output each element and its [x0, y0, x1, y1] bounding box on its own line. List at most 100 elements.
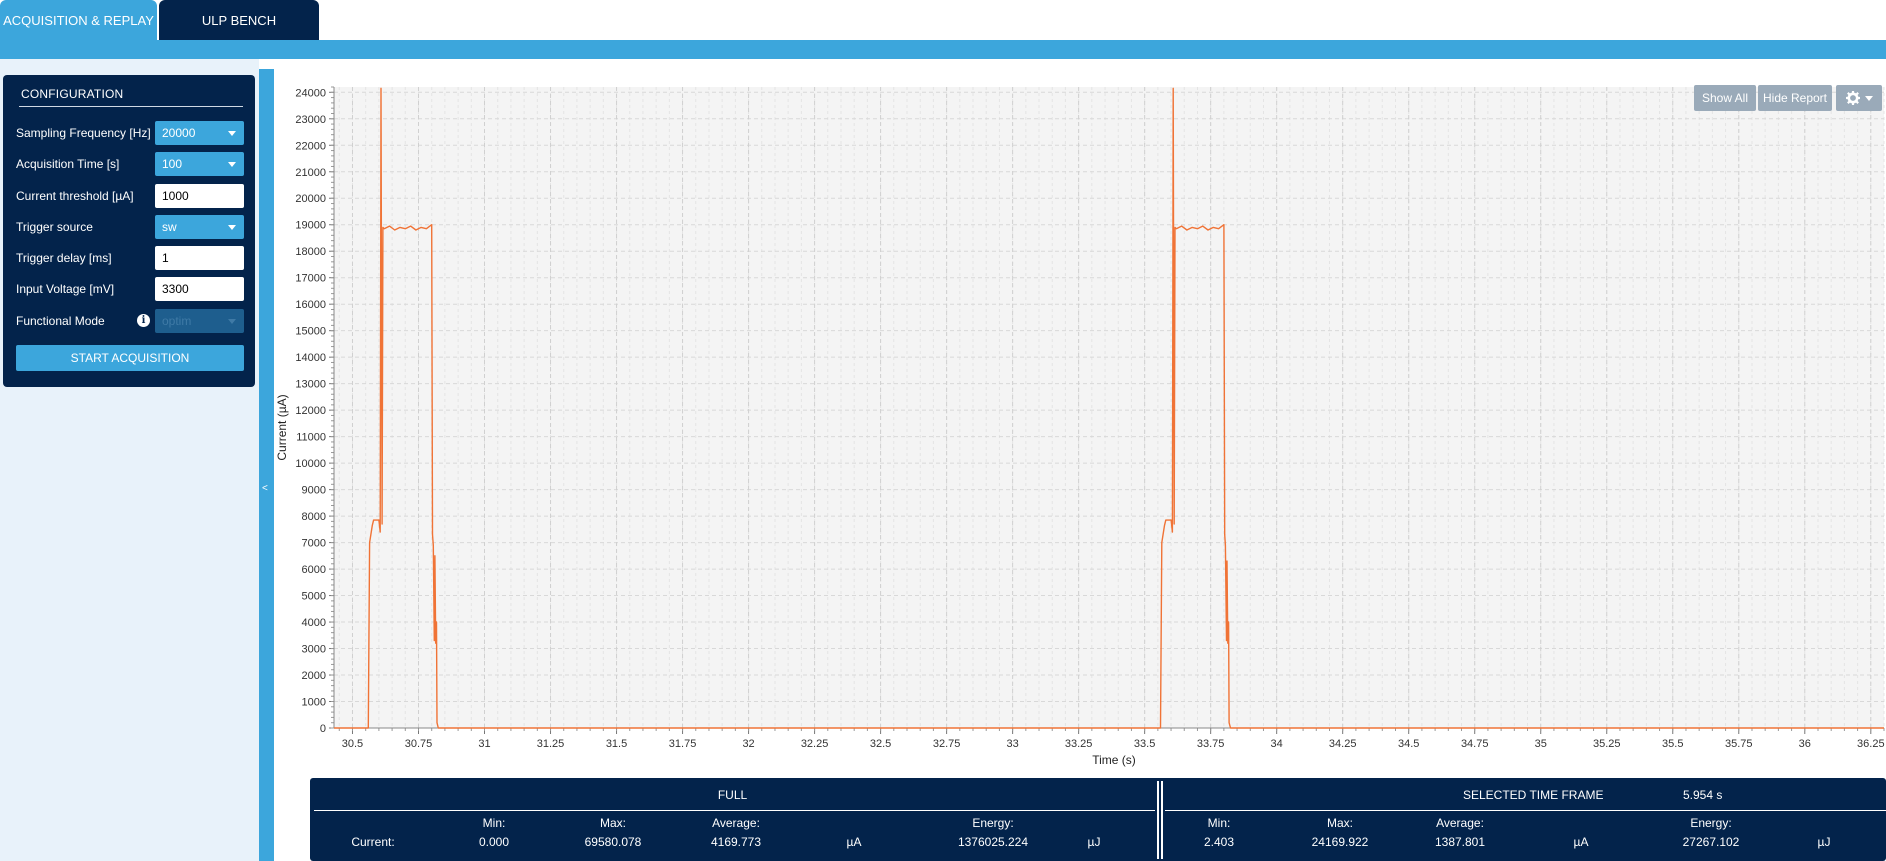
info-icon[interactable]: i	[137, 314, 150, 327]
full-divider	[314, 810, 1155, 811]
y-axis-label: Current (µA)	[276, 394, 289, 460]
current-chart[interactable]: 0 1000 2000 3000 4000 5000 6000 7000 8000 9000 100…	[275, 85, 1886, 775]
x-tick-label: 30.75	[405, 738, 433, 750]
selected-divider	[1165, 810, 1886, 811]
x-tick-label: 33	[1006, 738, 1018, 750]
chevron-down-icon	[1864, 95, 1873, 101]
selected-min-value: 2.403	[1203, 835, 1235, 849]
sampling-frequency-select[interactable]: 20000	[155, 121, 244, 145]
plot-area	[334, 87, 1884, 728]
current-threshold-label: Current threshold [µA]	[16, 189, 134, 203]
input-voltage-label: Input Voltage [mV]	[16, 282, 115, 296]
x-tick-label: 32	[742, 738, 754, 750]
selected-avg-label: Average:	[1436, 816, 1484, 830]
hide-report-button[interactable]: Hide Report	[1758, 85, 1832, 111]
sampling-frequency-label: Sampling Frequency [Hz]	[16, 126, 151, 140]
selected-avg-value: 1387.801	[1434, 835, 1486, 849]
full-energy-label: Energy:	[972, 816, 1014, 830]
full-energy-value: 1376025.224	[957, 835, 1029, 849]
chevron-down-icon	[228, 225, 236, 230]
x-tick-label: 31.5	[606, 738, 627, 750]
x-tick-label: 33.25	[1065, 738, 1093, 750]
full-current-unit: µA	[846, 835, 862, 849]
x-tick-label: 34.25	[1329, 738, 1357, 750]
acquisition-time-value: 100	[162, 157, 183, 171]
x-tick-label: 36	[1799, 738, 1811, 750]
y-tick-label: 2000	[302, 670, 326, 682]
chart-canvas[interactable]: 0 1000 2000 3000 4000 5000 6000 7000 8000 9000 100…	[275, 85, 1886, 775]
current-threshold-input[interactable]: 1000	[155, 184, 244, 208]
chevron-down-icon	[228, 319, 236, 324]
tab-acquisition-replay[interactable]: ACQUISITION & REPLAY	[0, 0, 157, 40]
sampling-frequency-row: Sampling Frequency [Hz] 20000	[16, 121, 244, 145]
y-tick-label: 19000	[295, 220, 326, 232]
y-tick-label: 12000	[295, 405, 326, 417]
selected-max-value: 24169.922	[1311, 835, 1369, 849]
chart-settings-button[interactable]	[1836, 85, 1882, 111]
report-panel: FULL SELECTED TIME FRAME 5.954 s Min: Ma…	[310, 778, 1886, 861]
current-threshold-row: Current threshold [µA] 1000	[16, 184, 244, 208]
show-all-button[interactable]: Show All	[1694, 85, 1756, 111]
header-band	[0, 40, 1886, 59]
y-tick-label: 17000	[295, 273, 326, 285]
x-tick-label: 35.25	[1593, 738, 1621, 750]
x-axis-label: Time (s)	[1092, 753, 1136, 767]
input-voltage-input[interactable]: 3300	[155, 277, 244, 301]
x-tick-label: 32.75	[933, 738, 961, 750]
configuration-panel: CONFIGURATION Sampling Frequency [Hz] 20…	[3, 75, 255, 387]
y-tick-label: 4000	[302, 617, 326, 629]
selected-max-label: Max:	[1326, 816, 1354, 830]
trigger-delay-row: Trigger delay [ms] 1	[16, 246, 244, 270]
gear-icon	[1845, 91, 1860, 105]
y-tick-label: 9000	[302, 485, 326, 497]
y-tick-label: 8000	[302, 511, 326, 523]
trigger-delay-input[interactable]: 1	[155, 246, 244, 270]
y-tick-label: 6000	[302, 564, 326, 576]
functional-mode-label: Functional Mode	[16, 314, 105, 328]
selected-energy-value: 27267.102	[1682, 835, 1740, 849]
x-tick-label: 32.5	[870, 738, 891, 750]
selected-min-label: Min:	[1207, 816, 1231, 830]
chevron-left-icon: <	[262, 483, 268, 494]
report-separator	[1157, 781, 1163, 859]
selected-current-unit: µA	[1573, 835, 1589, 849]
full-min-label: Min:	[482, 816, 506, 830]
acquisition-time-label: Acquisition Time [s]	[16, 157, 120, 171]
y-tick-label: 3000	[302, 644, 326, 656]
functional-mode-value: optim	[162, 314, 192, 328]
x-tick-label: 36.25	[1857, 738, 1885, 750]
y-tick-label: 23000	[295, 114, 326, 126]
selected-energy-unit: µJ	[1817, 835, 1831, 849]
chevron-down-icon	[228, 162, 236, 167]
full-energy-unit: µJ	[1087, 835, 1101, 849]
x-tick-label: 34.75	[1461, 738, 1489, 750]
x-tick-label: 33.5	[1134, 738, 1155, 750]
y-tick-label: 13000	[295, 379, 326, 391]
x-tick-label: 33.75	[1197, 738, 1225, 750]
x-tick-label: 35.5	[1662, 738, 1683, 750]
x-tick-label: 35	[1535, 738, 1547, 750]
sidebar-collapse-bar[interactable]: <	[259, 69, 274, 861]
full-max-value: 69580.078	[584, 835, 642, 849]
acquisition-time-row: Acquisition Time [s] 100	[16, 152, 244, 176]
trigger-source-value: sw	[162, 220, 177, 234]
functional-mode-select: optim	[155, 309, 244, 333]
title-divider	[19, 106, 243, 107]
full-avg-label: Average:	[712, 816, 760, 830]
x-tick-label: 34	[1271, 738, 1283, 750]
full-max-label: Max:	[599, 816, 627, 830]
x-tick-label: 31.75	[669, 738, 697, 750]
y-tick-label: 10000	[295, 458, 326, 470]
trigger-source-row: Trigger source sw	[16, 215, 244, 239]
selected-duration: 5.954 s	[1683, 788, 1723, 802]
current-row-label: Current:	[351, 835, 395, 849]
trigger-source-select[interactable]: sw	[155, 215, 244, 239]
y-tick-label: 1000	[302, 697, 326, 709]
acquisition-time-select[interactable]: 100	[155, 152, 244, 176]
x-tick-label: 32.25	[801, 738, 829, 750]
start-acquisition-button[interactable]: START ACQUISITION	[16, 345, 244, 371]
functional-mode-row: Functional Mode i optim	[16, 309, 244, 333]
app-window: ACQUISITION & REPLAY ULP BENCH CONFIGURA…	[0, 0, 1886, 861]
tab-ulp-bench[interactable]: ULP BENCH	[159, 0, 319, 40]
full-avg-value: 4169.773	[710, 835, 762, 849]
